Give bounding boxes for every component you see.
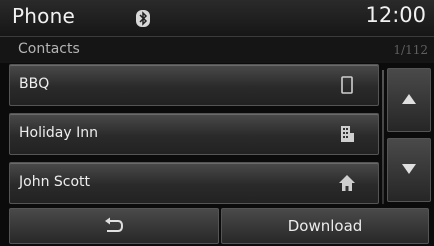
back-button[interactable] xyxy=(9,208,219,244)
contact-name: BBQ xyxy=(19,76,50,92)
scroll-divider xyxy=(382,70,384,204)
page-counter: 1/112 xyxy=(393,43,428,57)
office-building-icon xyxy=(338,125,356,143)
scroll-up-button[interactable] xyxy=(387,68,431,132)
clock: 12:00 xyxy=(365,3,426,27)
arrow-up-icon xyxy=(402,94,416,104)
contact-row-bbq[interactable]: BBQ xyxy=(9,64,379,106)
app-title: Phone xyxy=(12,4,75,28)
home-icon xyxy=(338,174,356,192)
bottom-bar: Download xyxy=(9,208,429,244)
contact-name: John Scott xyxy=(19,174,91,190)
contact-row-john-scott[interactable]: John Scott xyxy=(9,162,379,204)
scroll-down-button[interactable] xyxy=(387,138,431,202)
back-arrow-icon xyxy=(105,217,124,232)
section-title: Contacts xyxy=(18,41,80,57)
bluetooth-icon xyxy=(136,10,150,27)
download-label: Download xyxy=(287,217,363,235)
download-button[interactable]: Download xyxy=(221,208,429,244)
contact-name: Holiday Inn xyxy=(19,125,98,141)
contact-row-holiday-inn[interactable]: Holiday Inn xyxy=(9,113,379,155)
arrow-down-icon xyxy=(402,164,416,174)
mobile-phone-icon xyxy=(338,76,356,94)
contacts-header: Contacts 1/112 xyxy=(0,37,434,63)
contact-list: BBQ Holiday Inn John Scott xyxy=(9,64,379,211)
title-bar: Phone 12:00 xyxy=(0,0,434,37)
